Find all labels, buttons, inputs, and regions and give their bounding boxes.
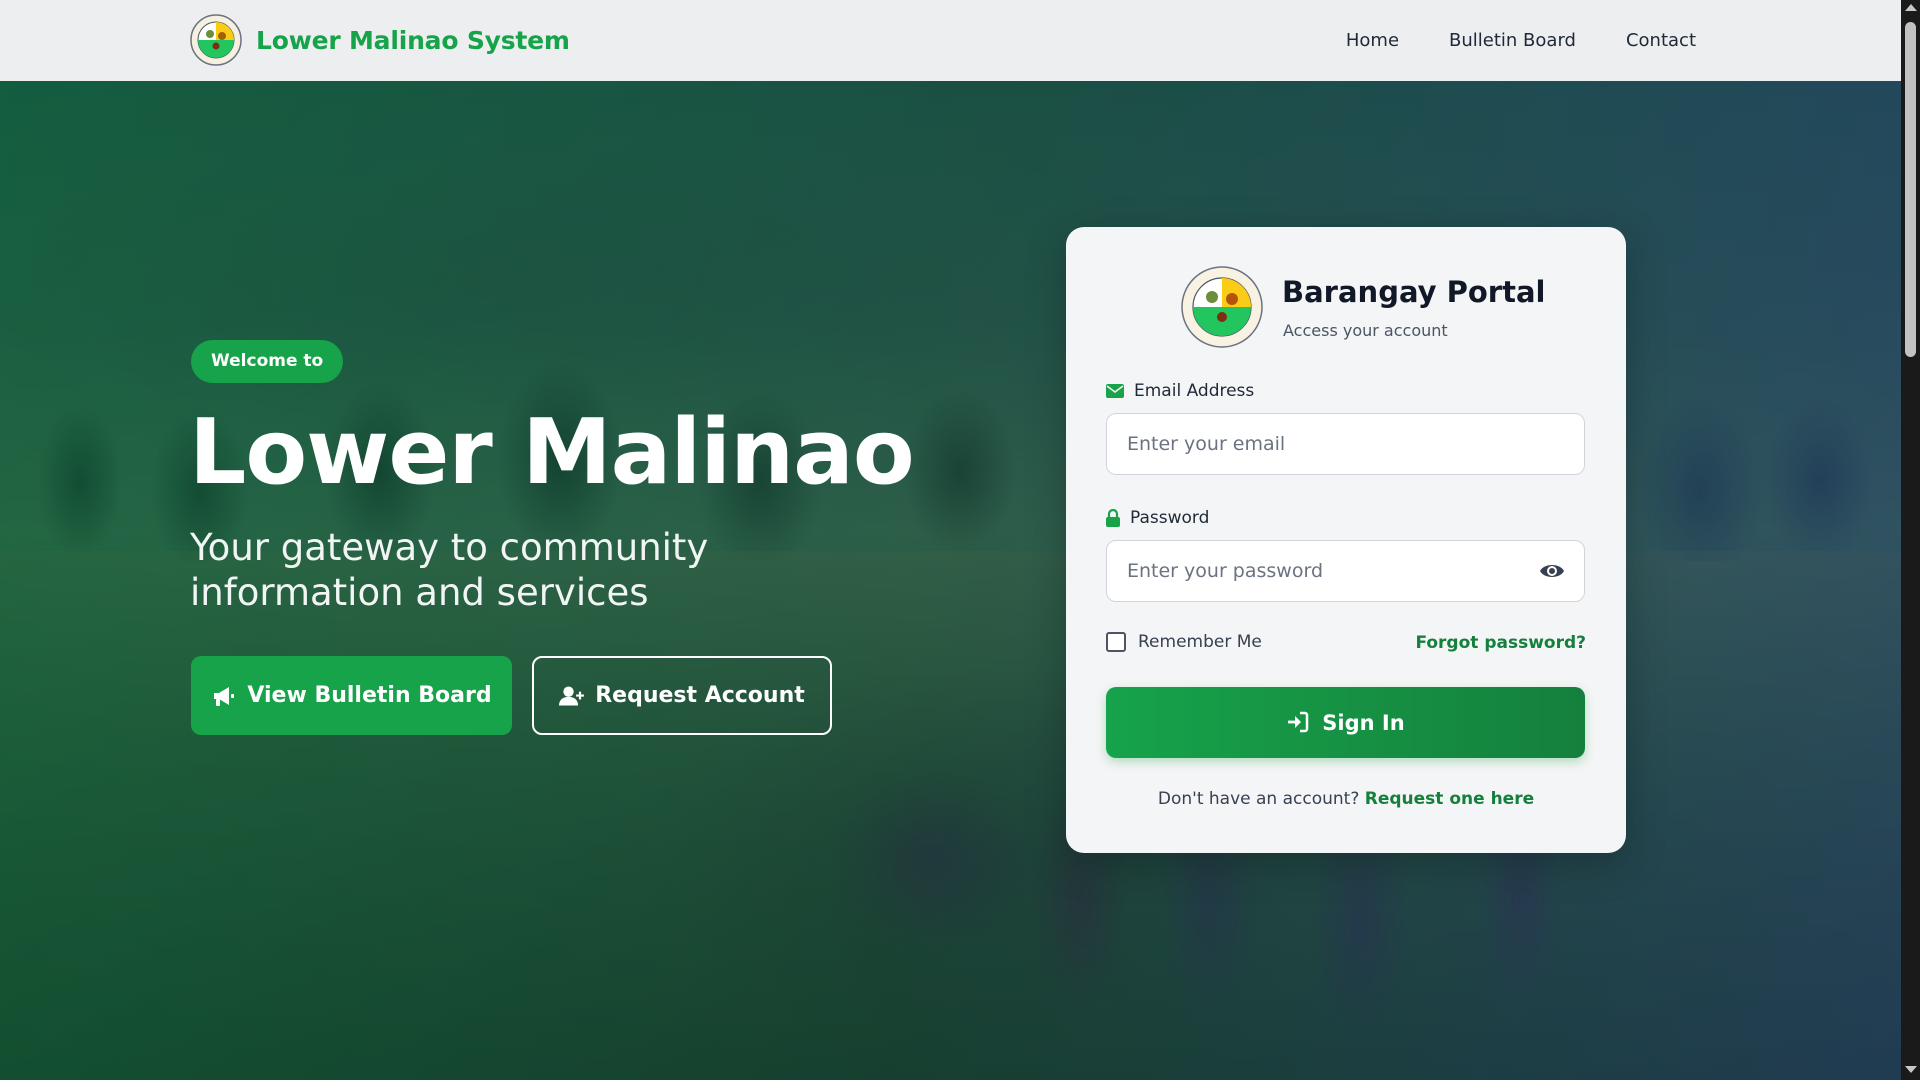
sign-in-icon	[1286, 710, 1312, 736]
barangay-seal-icon	[1181, 266, 1263, 348]
nav-link-contact[interactable]: Contact	[1626, 30, 1696, 51]
email-input[interactable]	[1106, 413, 1585, 475]
view-bulletin-board-label: View Bulletin Board	[247, 683, 492, 708]
envelope-icon	[1106, 384, 1124, 398]
user-plus-icon	[559, 683, 585, 709]
signup-prompt-text: Don't have an account?	[1157, 789, 1360, 809]
signup-prompt: Don't have an account? Request one here	[1066, 789, 1626, 809]
nav-link-bulletin-board[interactable]: Bulletin Board	[1449, 30, 1576, 51]
email-label-text: Email Address	[1134, 381, 1255, 401]
scroll-thumb[interactable]	[1905, 22, 1916, 357]
view-bulletin-board-button[interactable]: View Bulletin Board	[191, 656, 512, 735]
remember-me: Remember Me	[1106, 632, 1262, 652]
welcome-badge: Welcome to	[191, 340, 344, 383]
brand-name: Lower Malinao System	[256, 25, 570, 55]
scroll-up-arrow-icon[interactable]	[1905, 4, 1917, 11]
barangay-seal-icon	[190, 14, 242, 66]
email-label: Email Address	[1106, 381, 1254, 401]
lock-icon	[1106, 509, 1120, 527]
hero-subtitle: Your gateway to community information an…	[190, 526, 709, 614]
eye-icon[interactable]	[1539, 558, 1565, 584]
login-card: Barangay Portal Access your account Emai…	[1066, 227, 1626, 853]
brand[interactable]: Lower Malinao System	[190, 14, 570, 66]
hero-title: Lower Malinao	[189, 400, 915, 505]
password-label-text: Password	[1130, 508, 1210, 528]
page-scrollbar[interactable]	[1901, 0, 1920, 1080]
forgot-password-link[interactable]: Forgot password?	[1415, 633, 1586, 653]
sign-in-label: Sign In	[1322, 710, 1405, 735]
card-title: Barangay Portal	[1282, 275, 1546, 309]
request-account-label: Request Account	[595, 683, 805, 708]
request-one-here-link[interactable]: Request one here	[1365, 789, 1534, 809]
nav-links: Home Bulletin Board Contact	[1296, 0, 1696, 81]
request-account-button[interactable]: Request Account	[532, 656, 832, 735]
remember-me-checkbox[interactable]	[1106, 632, 1126, 652]
password-label: Password	[1106, 508, 1209, 528]
sign-in-button[interactable]: Sign In	[1106, 687, 1585, 758]
remember-me-label: Remember Me	[1138, 632, 1262, 652]
card-subtitle: Access your account	[1283, 321, 1448, 340]
password-input[interactable]	[1106, 540, 1585, 602]
scroll-down-arrow-icon[interactable]	[1905, 1066, 1917, 1073]
top-navbar: Lower Malinao System Home Bulletin Board…	[0, 0, 1901, 81]
megaphone-icon	[211, 683, 237, 709]
nav-link-home[interactable]: Home	[1346, 30, 1399, 51]
